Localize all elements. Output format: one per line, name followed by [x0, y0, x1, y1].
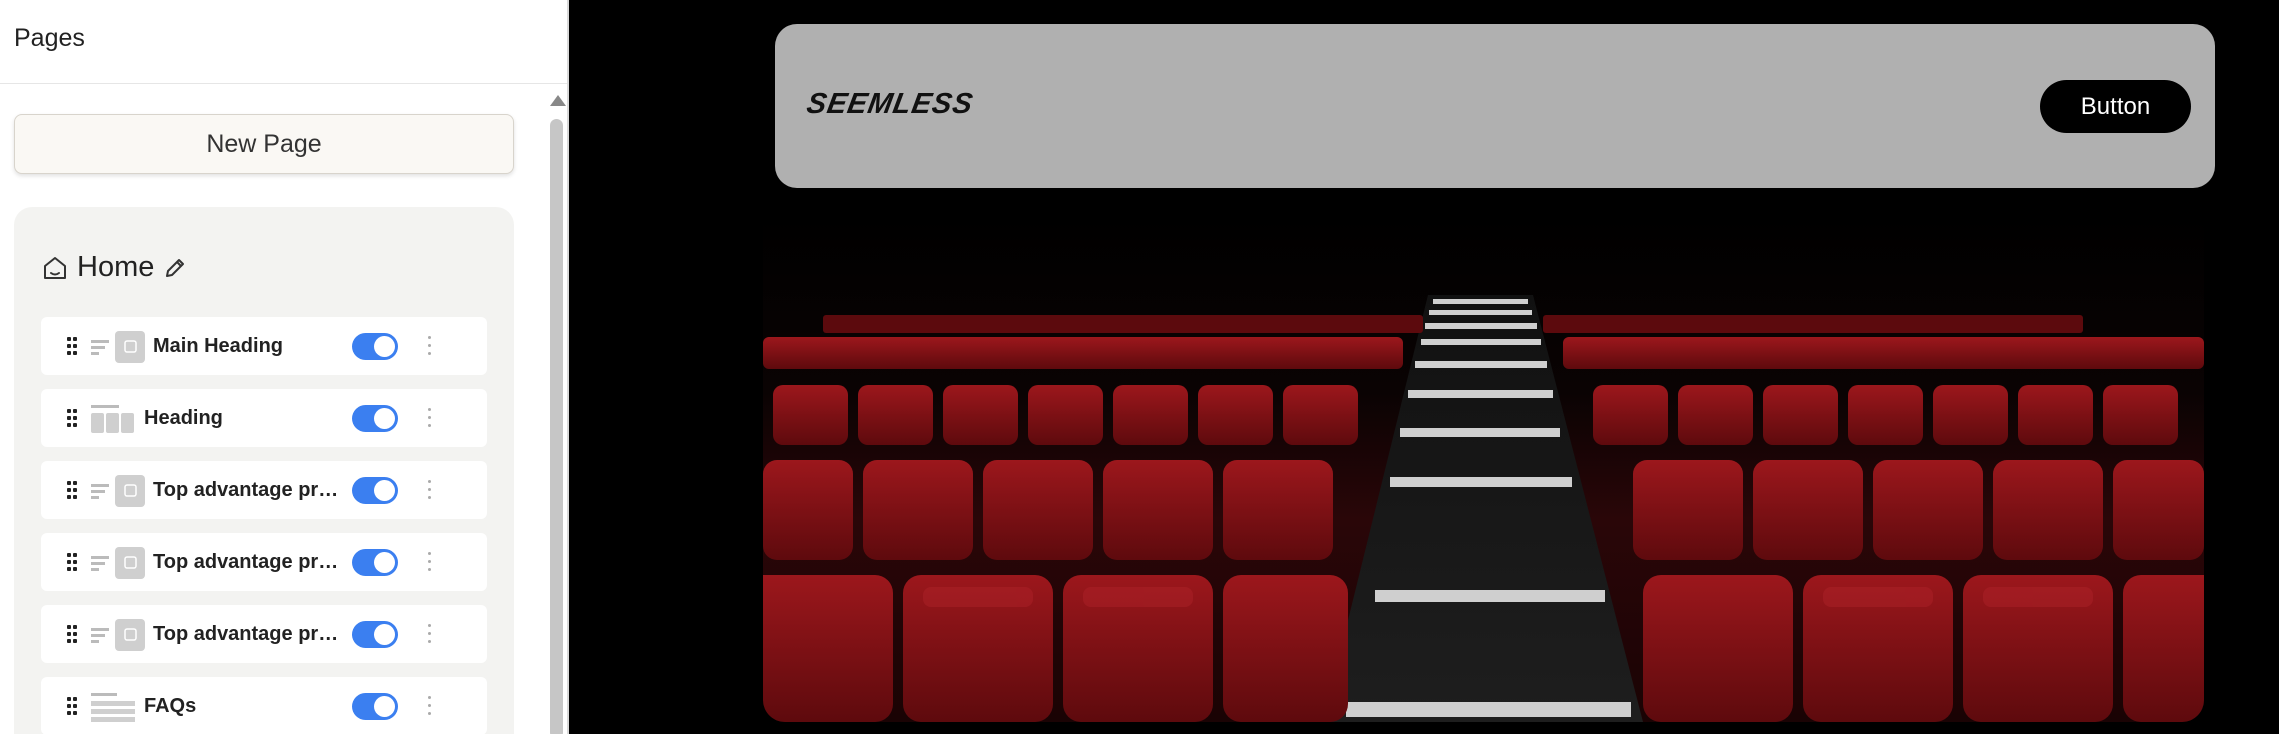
drag-handle-icon[interactable] — [67, 625, 77, 643]
more-options-icon[interactable] — [427, 480, 433, 500]
scroll-up-arrow-icon[interactable] — [550, 95, 566, 106]
home-page-header[interactable]: Home — [41, 251, 188, 284]
hero-image — [763, 215, 2204, 722]
drag-handle-icon[interactable] — [67, 481, 77, 499]
list-thumbnail-icon — [91, 693, 135, 722]
more-options-icon[interactable] — [427, 696, 433, 716]
drag-handle-icon[interactable] — [67, 337, 77, 355]
section-label: Heading — [144, 407, 223, 429]
section-row[interactable]: Top advantage prov… — [41, 605, 487, 663]
section-label: Top advantage prov… — [153, 479, 346, 501]
sidebar-scrollbar[interactable] — [548, 95, 566, 734]
theater-seats-illustration — [763, 215, 2204, 722]
text-image-thumbnail-icon — [91, 547, 145, 579]
new-page-button[interactable]: New Page — [14, 114, 514, 174]
brand-logo: SEEMLESS — [804, 88, 976, 120]
more-options-icon[interactable] — [427, 336, 433, 356]
section-visibility-toggle[interactable] — [352, 333, 398, 360]
pages-sidebar: Pages New Page Home Main Heading Heading… — [0, 0, 569, 734]
section-visibility-toggle[interactable] — [352, 621, 398, 648]
page-preview: SEEMLESS Button — [569, 0, 2279, 734]
home-icon — [44, 256, 66, 279]
drag-handle-icon[interactable] — [67, 409, 77, 427]
section-label: Main Heading — [153, 335, 284, 357]
section-label: Top advantage prov… — [153, 623, 346, 645]
section-visibility-toggle[interactable] — [352, 549, 398, 576]
section-visibility-toggle[interactable] — [352, 405, 398, 432]
section-row[interactable]: FAQs — [41, 677, 487, 734]
section-row[interactable]: Main Heading — [41, 317, 487, 375]
more-options-icon[interactable] — [427, 624, 433, 644]
text-image-thumbnail-icon — [91, 619, 145, 651]
site-navbar: SEEMLESS Button — [775, 24, 2215, 188]
section-label: FAQs — [144, 695, 197, 717]
cards-thumbnail-icon — [91, 405, 134, 433]
section-row[interactable]: Top advantage prov… — [41, 461, 487, 519]
sidebar-divider — [0, 83, 567, 84]
drag-handle-icon[interactable] — [67, 553, 77, 571]
navbar-cta-button[interactable]: Button — [2040, 80, 2191, 133]
text-image-thumbnail-icon — [91, 331, 145, 363]
home-page-card: Home Main Heading Heading Top advantage … — [14, 207, 514, 734]
text-image-thumbnail-icon — [91, 475, 145, 507]
scrollbar-thumb[interactable] — [550, 119, 563, 734]
sidebar-title: Pages — [14, 24, 85, 52]
section-visibility-toggle[interactable] — [352, 693, 398, 720]
section-row[interactable]: Top advantage prov… — [41, 533, 487, 591]
more-options-icon[interactable] — [427, 552, 433, 572]
pencil-icon[interactable] — [162, 255, 188, 281]
section-label: Top advantage prov… — [153, 551, 346, 573]
section-row[interactable]: Heading — [41, 389, 487, 447]
more-options-icon[interactable] — [427, 408, 433, 428]
home-page-label: Home — [77, 251, 155, 283]
section-visibility-toggle[interactable] — [352, 477, 398, 504]
drag-handle-icon[interactable] — [67, 697, 77, 715]
